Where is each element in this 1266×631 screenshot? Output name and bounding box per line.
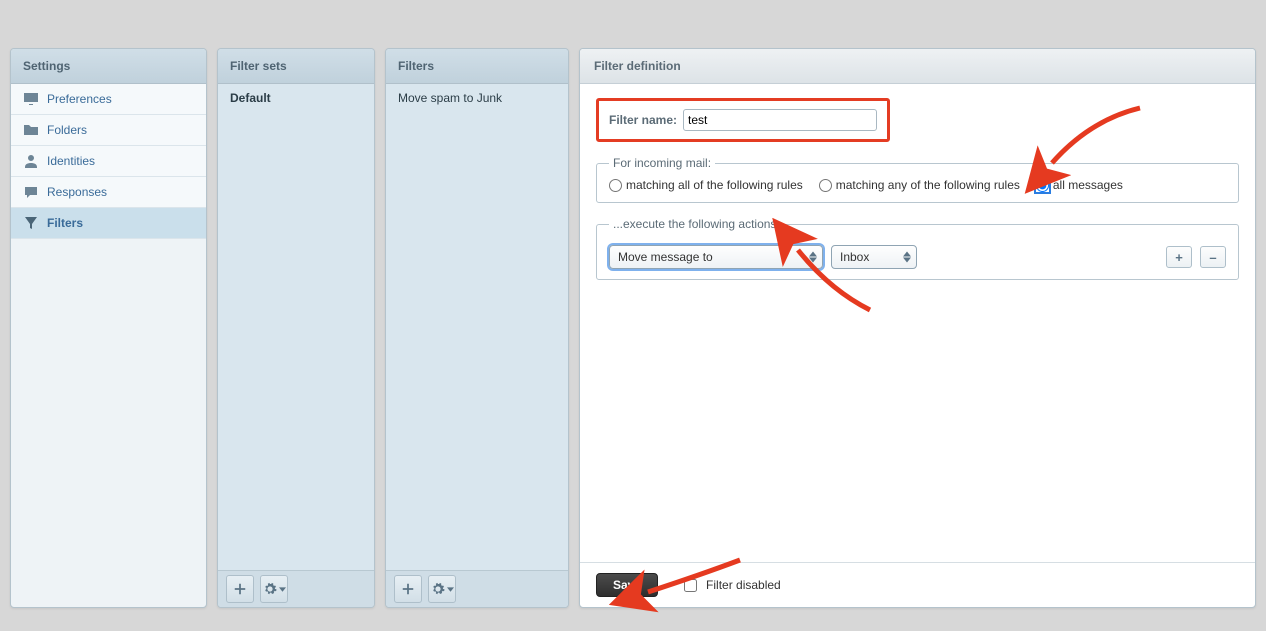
- scope-legend: For incoming mail:: [609, 156, 715, 170]
- settings-item-label: Filters: [47, 216, 83, 230]
- user-icon: [23, 153, 39, 169]
- remove-action-button[interactable]: –: [1200, 246, 1226, 268]
- scope-fieldset: For incoming mail: matching all of the f…: [596, 156, 1239, 203]
- settings-header: Settings: [11, 49, 206, 84]
- filters-panel: Filters Move spam to Junk: [385, 48, 569, 608]
- scope-option-label: all messages: [1053, 178, 1123, 192]
- settings-item-label: Preferences: [47, 92, 112, 106]
- add-action-button[interactable]: +: [1166, 246, 1192, 268]
- actions-legend: ...execute the following actions:: [609, 217, 784, 231]
- scope-radio[interactable]: [819, 179, 832, 192]
- actions-fieldset: ...execute the following actions: Move m…: [596, 217, 1239, 280]
- filter-disabled-checkbox[interactable]: [684, 579, 697, 592]
- gear-icon: [263, 582, 277, 596]
- scope-option-label: matching all of the following rules: [626, 178, 803, 192]
- action-target-value: Inbox: [840, 250, 869, 264]
- action-target-select[interactable]: Inbox: [831, 245, 917, 269]
- filter-definition-panel: Filter definition Filter name: For incom…: [579, 48, 1256, 608]
- add-filter-set-button[interactable]: [226, 575, 254, 603]
- action-type-select[interactable]: Move message to: [609, 245, 823, 269]
- settings-item-label: Folders: [47, 123, 87, 137]
- folder-icon: [23, 122, 39, 138]
- filter-name-input[interactable]: [683, 109, 877, 131]
- plus-icon: [233, 582, 247, 596]
- filter-icon: [23, 215, 39, 231]
- reply-icon: [23, 184, 39, 200]
- scope-radio[interactable]: [1036, 179, 1049, 192]
- filter-set-options-button[interactable]: [260, 575, 288, 603]
- filter-definition-header: Filter definition: [580, 49, 1255, 84]
- filter-sets-header: Filter sets: [218, 49, 374, 84]
- filters-header: Filters: [386, 49, 568, 84]
- plus-icon: [401, 582, 415, 596]
- add-filter-button[interactable]: [394, 575, 422, 603]
- scope-option-all_rules[interactable]: matching all of the following rules: [609, 178, 803, 192]
- settings-item-filters[interactable]: Filters: [11, 208, 206, 239]
- settings-item-responses[interactable]: Responses: [11, 177, 206, 208]
- filter-options-button[interactable]: [428, 575, 456, 603]
- chevron-down-icon: [447, 587, 454, 592]
- scope-option-all_msgs[interactable]: all messages: [1036, 178, 1123, 192]
- filter-disabled-group[interactable]: Filter disabled: [680, 576, 781, 595]
- filter-set-item[interactable]: Default: [218, 84, 374, 113]
- monitor-icon: [23, 91, 39, 107]
- action-type-value: Move message to: [618, 250, 713, 264]
- filter-item[interactable]: Move spam to Junk: [386, 84, 568, 113]
- filter-sets-panel: Filter sets Default: [217, 48, 375, 608]
- filter-disabled-label: Filter disabled: [706, 578, 781, 592]
- settings-item-folders[interactable]: Folders: [11, 115, 206, 146]
- save-button[interactable]: Save: [596, 573, 658, 597]
- filter-name-group: Filter name:: [596, 98, 890, 142]
- scope-radio[interactable]: [609, 179, 622, 192]
- filter-name-label: Filter name:: [609, 113, 677, 127]
- settings-panel: Settings Preferences Folders Identities Res…: [10, 48, 207, 608]
- chevron-down-icon: [279, 587, 286, 592]
- select-arrows-icon: [902, 249, 912, 265]
- settings-item-label: Identities: [47, 154, 95, 168]
- scope-option-label: matching any of the following rules: [836, 178, 1020, 192]
- settings-item-label: Responses: [47, 185, 107, 199]
- select-arrows-icon: [808, 249, 818, 265]
- settings-item-identities[interactable]: Identities: [11, 146, 206, 177]
- scope-option-any_rules[interactable]: matching any of the following rules: [819, 178, 1020, 192]
- gear-icon: [431, 582, 445, 596]
- settings-item-preferences[interactable]: Preferences: [11, 84, 206, 115]
